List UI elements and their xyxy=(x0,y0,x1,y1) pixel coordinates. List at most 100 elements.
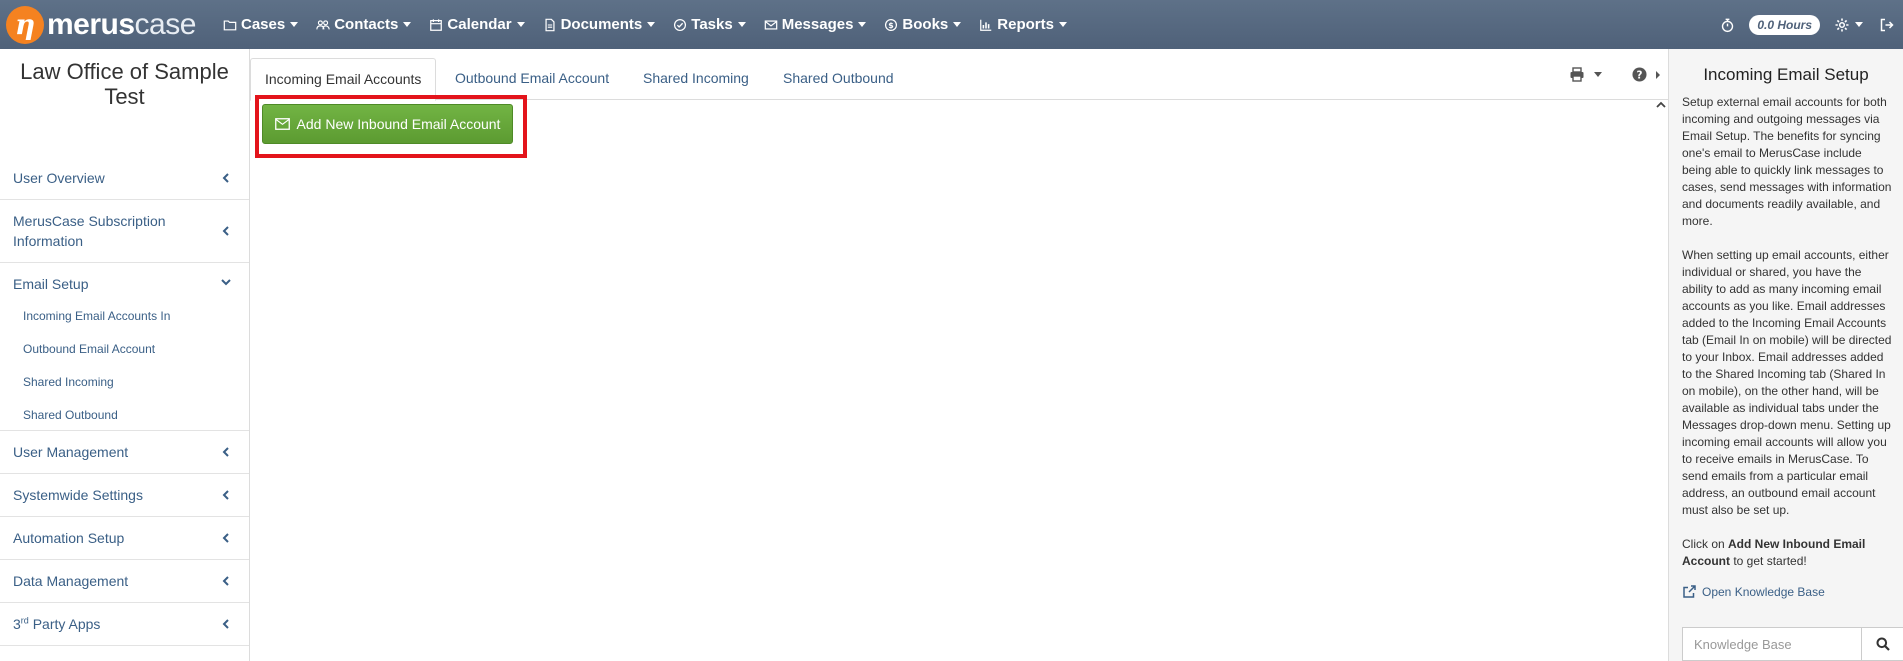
open-knowledge-base-link[interactable]: Open Knowledge Base xyxy=(1669,585,1903,599)
main-menu: Cases Contacts Calendar Documents Tasks … xyxy=(214,0,1076,49)
external-link-icon xyxy=(1683,585,1696,598)
nav-reports[interactable]: Reports xyxy=(970,0,1076,49)
chevron-down-icon xyxy=(1058,22,1067,27)
check-circle-icon xyxy=(674,18,687,31)
nav-books[interactable]: $ Books xyxy=(875,0,970,49)
help-paragraph: Setup external email accounts for both i… xyxy=(1682,95,1892,228)
main-panel: Incoming Email Accounts Outbound Email A… xyxy=(250,49,1668,661)
chevron-down-icon xyxy=(403,22,412,27)
sidebar-subitem-incoming-email-accounts[interactable]: Incoming Email Accounts In xyxy=(0,300,249,333)
sidebar-item-label: Systemwide Settings xyxy=(13,487,143,503)
chevron-left-icon xyxy=(222,619,229,629)
help-panel: Incoming Email Setup Setup external emai… xyxy=(1668,49,1903,661)
stopwatch-icon xyxy=(1722,18,1734,32)
logout-button[interactable] xyxy=(1879,17,1895,33)
envelope-icon xyxy=(274,118,290,130)
sidebar-item-label: Data Management xyxy=(13,573,129,589)
sidebar-item-subscription-information[interactable]: MerusCase Subscription Information xyxy=(0,200,249,263)
bar-chart-icon xyxy=(980,19,992,31)
settings-menu-button[interactable] xyxy=(1834,17,1863,33)
sidebar-item-label: 3rd Party Apps xyxy=(0,603,249,645)
sidebar-item-label: Email Setup xyxy=(13,276,89,292)
chevron-down-icon xyxy=(290,22,299,27)
gear-icon xyxy=(1835,18,1849,31)
knowledge-base-search xyxy=(1682,627,1903,661)
tab-shared-incoming[interactable]: Shared Incoming xyxy=(629,58,763,100)
chevron-left-icon xyxy=(222,226,229,236)
nav-contacts-label: Contacts xyxy=(334,16,399,33)
nav-documents[interactable]: Documents xyxy=(534,0,665,49)
nav-contacts[interactable]: Contacts xyxy=(307,0,420,49)
brand-name: meruscase xyxy=(47,7,197,41)
help-cta-suffix: to get started! xyxy=(1730,554,1807,568)
nav-cases[interactable]: Cases xyxy=(214,0,307,49)
knowledge-base-search-button[interactable] xyxy=(1861,627,1903,661)
settings-sidebar: Law Office of Sample Test User Overview … xyxy=(0,49,250,661)
nav-messages-label: Messages xyxy=(781,16,854,33)
nav-tasks-label: Tasks xyxy=(691,16,733,33)
help-paragraph: When setting up email accounts, either i… xyxy=(1682,248,1892,517)
scroll-up-button[interactable] xyxy=(1656,101,1666,109)
add-button-label: Add New Inbound Email Account xyxy=(296,116,501,132)
tab-outbound-email-account[interactable]: Outbound Email Account xyxy=(441,58,623,100)
add-inbound-email-account-button[interactable]: Add New Inbound Email Account xyxy=(262,104,513,144)
sidebar-item-label: MerusCase Subscription Information xyxy=(13,213,166,249)
tab-shared-outbound[interactable]: Shared Outbound xyxy=(769,58,908,100)
chevron-down-icon xyxy=(221,278,231,285)
nav-tasks[interactable]: Tasks xyxy=(664,0,754,49)
chevron-left-icon xyxy=(222,533,229,543)
nav-documents-label: Documents xyxy=(560,16,643,33)
chevron-down-icon xyxy=(953,22,962,27)
knowledge-base-search-input[interactable] xyxy=(1682,627,1861,661)
sidebar-item-label: User Overview xyxy=(13,170,105,186)
brand-name-light: case xyxy=(134,7,197,41)
top-navbar: η meruscase Cases Contacts Calendar Docu… xyxy=(0,0,1903,49)
envelope-icon xyxy=(764,19,778,30)
chevron-down-icon xyxy=(647,22,656,27)
chevron-left-icon xyxy=(222,447,229,457)
brand-mark-icon: η xyxy=(6,5,44,44)
timer-hours-badge[interactable]: 0.0 Hours xyxy=(1749,14,1820,35)
sidebar-subitem-shared-outbound[interactable]: Shared Outbound xyxy=(0,399,249,430)
chevron-left-icon xyxy=(222,576,229,586)
brand-logo[interactable]: η meruscase xyxy=(0,0,214,49)
sidebar-subitem-shared-incoming[interactable]: Shared Incoming xyxy=(0,366,249,399)
tab-tools: ? xyxy=(1557,67,1662,82)
print-menu-button[interactable] xyxy=(1569,67,1602,82)
navbar-right-tools: 0.0 Hours xyxy=(1712,0,1903,49)
stopwatch-button[interactable] xyxy=(1720,17,1735,33)
nav-messages[interactable]: Messages xyxy=(755,0,876,49)
sidebar-item-data-management[interactable]: Data Management xyxy=(0,560,249,603)
knowledge-base-link-label: Open Knowledge Base xyxy=(1702,585,1825,599)
email-setup-header[interactable]: Email Setup xyxy=(0,263,249,300)
printer-icon xyxy=(1570,67,1584,82)
svg-text:?: ? xyxy=(1637,69,1643,81)
chevron-up-icon xyxy=(1656,101,1666,108)
chevron-down-icon xyxy=(737,22,746,27)
sidebar-item-automation-setup[interactable]: Automation Setup xyxy=(0,517,249,560)
sign-out-icon xyxy=(1880,18,1894,31)
calendar-icon xyxy=(430,18,443,31)
sidebar-subitem-outbound-email-account[interactable]: Outbound Email Account xyxy=(0,333,249,366)
sidebar-item-email-setup: Email Setup Incoming Email Accounts In O… xyxy=(0,263,249,431)
collapse-help-panel-button[interactable] xyxy=(1654,70,1662,80)
sidebar-item-systemwide-settings[interactable]: Systemwide Settings xyxy=(0,474,249,517)
chevron-down-icon xyxy=(1855,22,1863,27)
nav-cases-label: Cases xyxy=(241,16,286,33)
sidebar-item-label: Automation Setup xyxy=(13,530,125,546)
document-icon xyxy=(545,18,555,31)
sidebar-item-user-management[interactable]: User Management xyxy=(0,431,249,474)
help-paragraph-cta: Click on Add New Inbound Email Account t… xyxy=(1682,536,1893,570)
sidebar-item-user-overview[interactable]: User Overview xyxy=(0,157,249,200)
email-setup-tabs: Incoming Email Accounts Outbound Email A… xyxy=(250,49,1668,101)
help-button[interactable]: ? xyxy=(1632,67,1647,82)
question-circle-icon: ? xyxy=(1632,67,1647,82)
sidebar-item-label: User Management xyxy=(13,444,129,460)
third-party-ordinal: rd xyxy=(20,615,29,626)
sidebar-item-third-party-apps[interactable]: 3rd Party Apps xyxy=(0,603,249,646)
caret-right-icon xyxy=(1656,70,1660,79)
nav-calendar[interactable]: Calendar xyxy=(420,0,533,49)
email-setup-submenu: Incoming Email Accounts In Outbound Emai… xyxy=(0,300,249,430)
help-body: Setup external email accounts for both i… xyxy=(1669,94,1903,570)
svg-text:$: $ xyxy=(889,20,894,29)
